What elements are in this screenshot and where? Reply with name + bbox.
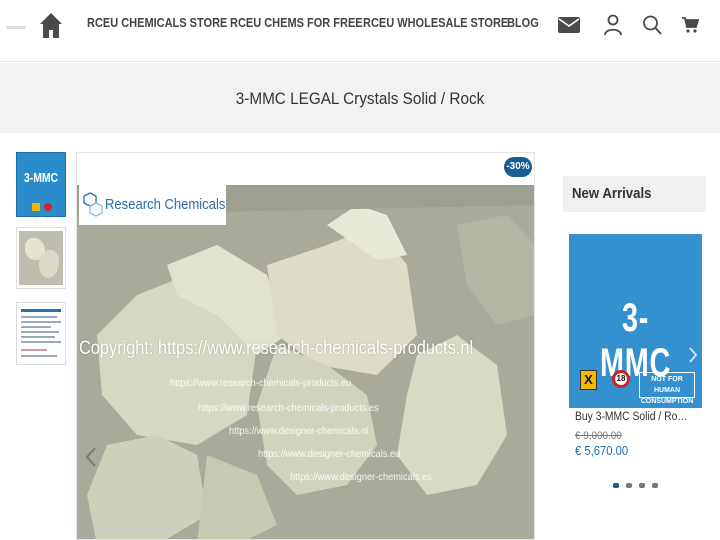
nav-blog[interactable]: BLOG bbox=[507, 16, 539, 30]
site-logo[interactable] bbox=[6, 26, 26, 29]
document-line bbox=[21, 309, 61, 312]
product-name-link[interactable]: Buy 3-MMC Solid / Rock Crystals bbox=[575, 411, 692, 423]
cart-icon[interactable] bbox=[681, 16, 699, 34]
chevron-left-icon[interactable] bbox=[84, 446, 98, 468]
nav-chemicals-store[interactable]: RCEU CHEMICALS STORE bbox=[87, 16, 227, 30]
sale-price: € 5,670.00 bbox=[575, 444, 629, 458]
document-line bbox=[21, 316, 57, 318]
document-line bbox=[21, 336, 55, 338]
hazard-icon: X bbox=[580, 370, 597, 390]
url-watermark: https://www.research-chemicals-products.… bbox=[198, 402, 379, 414]
site-header: RCEU CHEMICALS STORE RCEU CHEMS FOR FREE… bbox=[0, 0, 720, 62]
document-line bbox=[21, 321, 61, 323]
url-watermark: https://www.research-chemicals-products.… bbox=[170, 377, 352, 389]
product-card-image[interactable]: 3-MMC X 18 NOT FOR HUMAN CONSUMPTION bbox=[569, 234, 702, 408]
chevron-right-icon[interactable] bbox=[688, 346, 698, 364]
home-icon[interactable] bbox=[38, 10, 64, 40]
nav-wholesale-store[interactable]: RCEU WHOLESALE STORE bbox=[363, 16, 508, 30]
new-arrivals-title: New Arrivals bbox=[572, 185, 652, 202]
carousel-dot-1[interactable] bbox=[613, 483, 619, 488]
document-line bbox=[21, 331, 59, 333]
url-watermark: https://www.designer-chemicals.nl bbox=[229, 425, 369, 437]
thumbnail-1[interactable]: 3-MMC bbox=[16, 152, 66, 217]
product-photo bbox=[77, 185, 534, 539]
thumbnail-label: 3-MMC bbox=[23, 170, 59, 185]
hazard-icon bbox=[32, 203, 40, 211]
new-arrivals-header: New Arrivals bbox=[563, 176, 706, 212]
url-watermark: https://www.designer-chemicals.es bbox=[290, 471, 432, 483]
user-icon[interactable] bbox=[603, 13, 623, 37]
title-band: 3-MMC LEGAL Crystals Solid / Rock bbox=[0, 63, 720, 133]
url-watermark: https://www.designer-chemicals.eu bbox=[258, 448, 401, 460]
thumbnail-2[interactable] bbox=[16, 227, 66, 289]
document-line bbox=[21, 341, 61, 343]
document-line bbox=[21, 326, 51, 328]
search-icon[interactable] bbox=[642, 14, 662, 36]
discount-badge: -30% bbox=[504, 157, 532, 177]
carousel-dot-2[interactable] bbox=[626, 483, 632, 488]
thumbnail-3[interactable] bbox=[16, 302, 66, 365]
carousel-dot-3[interactable] bbox=[639, 483, 645, 488]
copyright-watermark: Copyright: https://www.research-chemical… bbox=[79, 338, 474, 359]
document-line bbox=[21, 355, 57, 357]
nav-chems-for-free[interactable]: RCEU CHEMS FOR FREE bbox=[230, 16, 363, 30]
age-restriction-icon bbox=[44, 203, 52, 211]
warning-label: NOT FOR HUMAN CONSUMPTION bbox=[639, 372, 695, 405]
mail-icon[interactable] bbox=[557, 14, 581, 36]
document-line bbox=[21, 349, 47, 351]
carousel-dot-4[interactable] bbox=[652, 483, 658, 488]
age-restriction-icon: 18 bbox=[612, 370, 630, 388]
research-chemicals-logo: Research Chemicals bbox=[79, 185, 226, 225]
logo-text: Research Chemicals bbox=[105, 197, 226, 213]
old-price: € 9,000.00 bbox=[575, 430, 622, 442]
page-title: 3-MMC LEGAL Crystals Solid / Rock bbox=[235, 89, 485, 108]
crystals-illustration bbox=[77, 185, 534, 539]
